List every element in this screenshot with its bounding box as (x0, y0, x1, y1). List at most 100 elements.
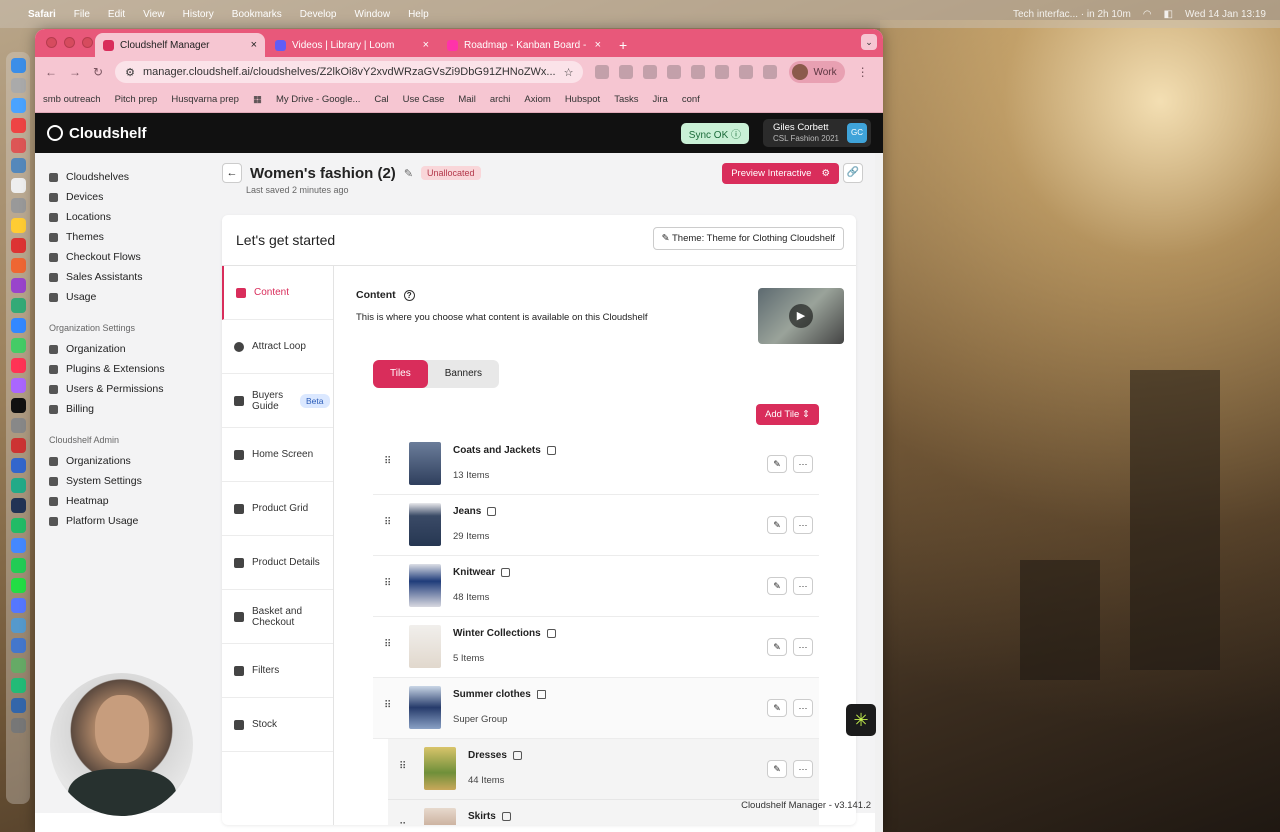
calendar-status[interactable]: Tech interfac... · in 2h 10m (1013, 9, 1131, 20)
edit-pencil-icon[interactable]: ✎ (767, 516, 787, 534)
drag-handle-icon[interactable]: ⠿ (399, 761, 406, 772)
mail-icon[interactable] (10, 158, 26, 173)
sidebar-item-organization[interactable]: Organization (49, 339, 220, 359)
sidebar-item-locations[interactable]: Locations (49, 207, 220, 227)
zoom-icon[interactable] (10, 538, 26, 553)
edit-title-pencil-icon[interactable]: ✎ (404, 167, 413, 180)
sidebar-item-checkout-flows[interactable]: Checkout Flows (49, 247, 220, 267)
step-stock[interactable]: Stock (222, 698, 333, 752)
play-icon[interactable]: ▶ (789, 304, 813, 328)
edit-pencil-icon[interactable]: ✎ (767, 455, 787, 473)
sidebar-item-billing[interactable]: Billing (49, 399, 220, 419)
app-icon[interactable] (10, 638, 26, 653)
step-product-details[interactable]: Product Details (222, 536, 333, 590)
edit-pencil-icon[interactable]: ✎ (767, 638, 787, 656)
more-options-icon[interactable]: ··· (793, 516, 813, 534)
sidebar-item-system-settings[interactable]: System Settings (49, 471, 220, 491)
close-tab-icon[interactable]: × (251, 39, 257, 51)
more-options-icon[interactable]: ··· (793, 455, 813, 473)
music-icon[interactable] (10, 358, 26, 373)
tile-row[interactable]: ⠿ Winter Collections 5 Items ✎ ··· (373, 617, 819, 678)
tiles-tab[interactable]: Tiles (373, 360, 428, 388)
step-attract-loop[interactable]: Attract Loop (222, 320, 333, 374)
tile-row[interactable]: ⠿ Jeans 29 Items ✎ ··· (373, 495, 819, 556)
sidebar-item-themes[interactable]: Themes (49, 227, 220, 247)
browser-tab-cloudshelf[interactable]: Cloudshelf Manager × (95, 33, 265, 57)
cloudshelf-logo[interactable]: Cloudshelf (47, 125, 147, 142)
drag-handle-icon[interactable]: ⠿ (384, 700, 391, 711)
more-options-icon[interactable]: ··· (793, 760, 813, 778)
browser-menu-icon[interactable]: ⋮ (857, 65, 869, 79)
profile-button[interactable]: Work (789, 61, 845, 83)
contacts-icon[interactable] (10, 198, 26, 213)
finder-icon[interactable] (10, 58, 26, 73)
app-icon[interactable] (10, 298, 26, 313)
appstore-icon[interactable] (10, 318, 26, 333)
drag-handle-icon[interactable]: ⠿ (399, 822, 406, 825)
drag-handle-icon[interactable]: ⠿ (384, 517, 391, 528)
extensions-puzzle-icon[interactable] (763, 65, 778, 79)
app-icon[interactable] (10, 518, 26, 533)
edit-pencil-icon[interactable]: ✎ (767, 699, 787, 717)
menu-window[interactable]: Window (355, 9, 391, 20)
bookmark-item[interactable]: Hubspot (565, 94, 600, 105)
bookmark-item[interactable]: Husqvarna prep (171, 94, 239, 105)
sidebar-item-sales-assistants[interactable]: Sales Assistants (49, 267, 220, 287)
more-options-icon[interactable]: ··· (793, 577, 813, 595)
extension-icon[interactable] (715, 65, 730, 79)
user-menu[interactable]: Giles Corbett CSL Fashion 2021 GC (763, 119, 871, 147)
app-icon[interactable] (10, 678, 26, 693)
apps-grid-icon[interactable]: ▦ (253, 94, 262, 105)
floating-helper-widget-icon[interactable]: ✳ (846, 704, 876, 736)
help-icon[interactable]: ? (403, 289, 415, 301)
banners-tab[interactable]: Banners (428, 360, 499, 388)
close-window-button[interactable] (46, 37, 57, 48)
back-button[interactable]: ← (222, 163, 242, 183)
menu-bookmarks[interactable]: Bookmarks (232, 9, 282, 20)
app-icon[interactable] (10, 338, 26, 353)
control-center-icon[interactable]: ◧ (1164, 9, 1173, 20)
preview-interactive-button[interactable]: Preview Interactive ⚙ (722, 163, 839, 184)
extension-icon[interactable] (739, 65, 754, 79)
bookmark-item[interactable]: My Drive - Google... (276, 94, 360, 105)
menubar-clock[interactable]: Wed 14 Jan 13:19 (1185, 9, 1266, 20)
tile-row[interactable]: ⠿ Dresses 44 Items ✎ ··· (388, 739, 819, 800)
sidebar-item-platform-usage[interactable]: Platform Usage (49, 511, 220, 531)
url-text[interactable]: manager.cloudshelf.ai/cloudshelves/Z2lkO… (143, 66, 556, 78)
app-icon[interactable] (10, 598, 26, 613)
menu-file[interactable]: File (74, 9, 90, 20)
tile-row[interactable]: ⠿ Knitwear 48 Items ✎ ··· (373, 556, 819, 617)
app-icon[interactable] (10, 658, 26, 673)
close-tab-icon[interactable]: × (423, 39, 429, 51)
extension-icon[interactable] (643, 65, 658, 79)
app-icon[interactable] (10, 458, 26, 473)
step-filters[interactable]: Filters (222, 644, 333, 698)
app-icon[interactable] (10, 278, 26, 293)
app-icon[interactable] (10, 438, 26, 453)
close-tab-icon[interactable]: × (595, 39, 601, 51)
chrome-icon[interactable] (10, 118, 26, 133)
trash-icon[interactable] (10, 718, 26, 733)
menu-help[interactable]: Help (408, 9, 429, 20)
sidebar-item-usage[interactable]: Usage (49, 287, 220, 307)
back-arrow-icon[interactable]: ← (45, 65, 57, 79)
extension-icon[interactable] (691, 65, 706, 79)
launchpad-icon[interactable] (10, 78, 26, 93)
sidebar-item-devices[interactable]: Devices (49, 187, 220, 207)
step-home-screen[interactable]: Home Screen (222, 428, 333, 482)
bookmark-item[interactable]: archi (490, 94, 511, 105)
bookmark-item[interactable]: smb outreach (43, 94, 101, 105)
settings-icon[interactable] (10, 418, 26, 433)
wifi-icon[interactable]: ◠ (1143, 9, 1152, 20)
edit-pencil-icon[interactable]: ✎ (767, 760, 787, 778)
more-options-icon[interactable]: ··· (793, 699, 813, 717)
drag-handle-icon[interactable]: ⠿ (384, 639, 391, 650)
step-product-grid[interactable]: Product Grid (222, 482, 333, 536)
bookmark-star-icon[interactable]: ☆ (564, 66, 574, 79)
menu-app-name[interactable]: Safari (28, 9, 56, 20)
app-icon[interactable] (10, 698, 26, 713)
bookmark-item[interactable]: Use Case (403, 94, 445, 105)
bookmark-item[interactable]: Tasks (614, 94, 638, 105)
sidebar-item-plugins[interactable]: Plugins & Extensions (49, 359, 220, 379)
tab-list-chevron-icon[interactable]: ⌄ (861, 34, 877, 50)
